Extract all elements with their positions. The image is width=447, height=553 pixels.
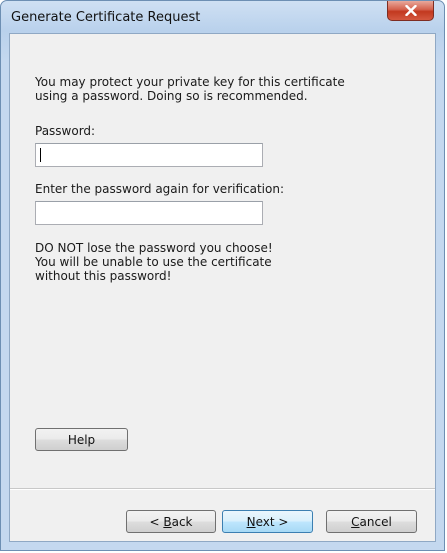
dialog-window: Generate Certificate Request You may pro… xyxy=(0,0,445,551)
title-bar[interactable]: Generate Certificate Request xyxy=(1,1,444,33)
window-title: Generate Certificate Request xyxy=(11,10,201,25)
footer-separator xyxy=(10,488,435,490)
warning-line-3: without this password! xyxy=(35,269,172,283)
back-button-prefix: < xyxy=(149,514,164,529)
back-button-label: ack xyxy=(171,514,193,529)
confirm-password-input[interactable] xyxy=(35,201,263,225)
intro-line-2: using a password. Doing so is recommende… xyxy=(35,89,308,103)
close-button[interactable] xyxy=(387,1,434,21)
back-button-access-key: B xyxy=(163,514,172,529)
close-icon xyxy=(404,5,417,16)
help-button[interactable]: Help xyxy=(35,428,128,451)
next-button-access-key: N xyxy=(246,514,256,529)
intro-line-1: You may protect your private key for thi… xyxy=(35,75,345,89)
confirm-password-label: Enter the password again for verificatio… xyxy=(35,182,284,196)
password-label: Password: xyxy=(35,124,96,138)
cancel-button[interactable]: Cancel xyxy=(326,510,417,533)
dialog-content: You may protect your private key for thi… xyxy=(9,33,436,542)
warning-line-1: DO NOT lose the password you choose! xyxy=(35,241,273,255)
text-caret xyxy=(40,148,41,162)
next-button-label: ext > xyxy=(255,514,289,529)
back-button[interactable]: < Back xyxy=(126,510,216,533)
warning-line-2: You will be unable to use the certificat… xyxy=(35,255,272,269)
next-button[interactable]: Next > xyxy=(222,510,313,533)
help-button-label: Help xyxy=(67,432,96,447)
password-input[interactable] xyxy=(35,143,263,167)
cancel-button-access-key: C xyxy=(351,514,360,529)
cancel-button-label: ancel xyxy=(359,514,392,529)
